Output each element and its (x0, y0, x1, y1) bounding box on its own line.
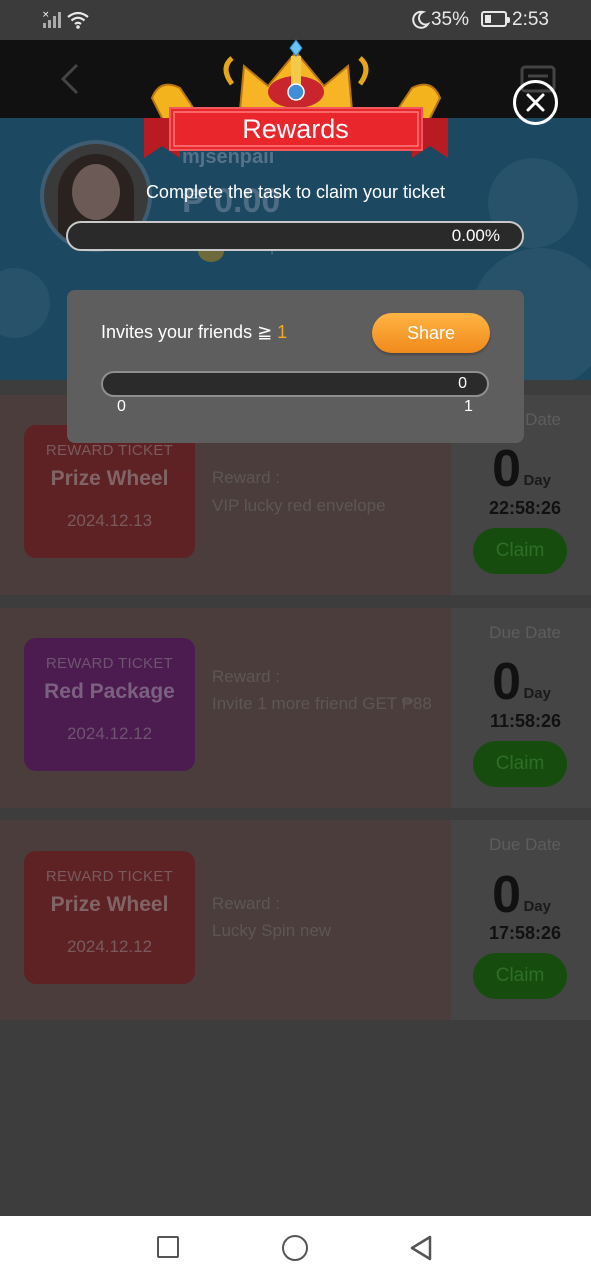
clock-time: 2:53 (512, 9, 549, 30)
claim-button[interactable]: Claim (473, 953, 567, 999)
days-left: 0 (492, 440, 521, 498)
home-circle-icon[interactable] (282, 1235, 308, 1261)
due-date-label: Due Date (489, 623, 561, 642)
task-progress-percent: 0.00% (451, 226, 500, 245)
reward-ticket[interactable]: REWARD TICKET Prize Wheel 2024.12.12 (24, 851, 195, 984)
invite-progress-bar: 0 (101, 371, 489, 397)
reward-text: Invite 1 more friend GET ₱88 (212, 694, 432, 713)
reward-ticket[interactable]: REWARD TICKET Prize Wheel 2024.12.13 (24, 425, 195, 558)
close-button[interactable] (513, 80, 558, 125)
reward-label: Reward : (212, 667, 281, 686)
signal-icon: × (42, 10, 61, 28)
claim-button[interactable]: Claim (473, 741, 567, 787)
battery-level (485, 15, 491, 23)
countdown: 17:58:26 (488, 923, 561, 943)
day-unit: Day (523, 898, 551, 915)
day-unit: Day (523, 685, 551, 702)
battery-icon (481, 11, 510, 27)
recents-square-icon[interactable] (157, 1236, 179, 1258)
modal-title: Rewards (242, 114, 349, 144)
countdown: 11:58:26 (489, 711, 561, 731)
svg-text:×: × (42, 10, 50, 20)
task-label-text: Invites your friends ≧ (101, 322, 278, 342)
days-left: 0 (492, 653, 521, 711)
reward-label: Reward : (212, 468, 281, 487)
ticket-date: 2024.12.13 (66, 511, 153, 530)
moon-icon (412, 10, 430, 29)
days-left: 0 (492, 866, 521, 924)
close-icon (526, 93, 545, 112)
ticket-date: 2024.12.12 (66, 937, 153, 956)
decor-bubble (0, 268, 50, 338)
task-target: 1 (277, 322, 288, 342)
ticket-name: Prize Wheel (50, 893, 169, 916)
back-triangle-icon[interactable] (408, 1234, 434, 1262)
task-progress-bar: 0.00% (66, 221, 524, 251)
ticket-name: Red Package (44, 680, 175, 703)
ticket-tag: REWARD TICKET (45, 655, 174, 672)
reward-text: Lucky Spin new (212, 921, 332, 940)
task-label: Invites your friends ≧ 1 (101, 322, 287, 343)
ticket-date: 2024.12.12 (66, 724, 153, 743)
chevron-left-icon[interactable] (58, 62, 82, 96)
ticket-tag: REWARD TICKET (45, 868, 174, 885)
reward-text: VIP lucky red envelope (212, 496, 386, 515)
share-button[interactable]: Share (372, 313, 490, 353)
status-bar: × 35% 2:53 (0, 0, 591, 40)
reward-label: Reward : (212, 894, 281, 913)
invite-progress-value: 0 (458, 375, 467, 392)
ticket-tag: REWARD TICKET (45, 442, 174, 459)
modal-subtitle: Complete the task to claim your ticket (145, 182, 446, 202)
wifi-icon (67, 11, 89, 29)
countdown: 22:58:26 (488, 498, 561, 518)
reward-ticket[interactable]: REWARD TICKET Red Package 2024.12.12 (24, 638, 195, 771)
progress-min-label: 0 (117, 398, 126, 415)
task-card: Invites your friends ≧ 1 Share 0 0 1 (67, 290, 524, 443)
day-unit: Day (523, 472, 551, 489)
progress-max-label: 1 (464, 398, 473, 415)
due-date-label: Due Date (489, 835, 561, 854)
ticket-name: Prize Wheel (50, 467, 169, 490)
claim-button[interactable]: Claim (473, 528, 567, 574)
battery-percent: 35% (430, 9, 469, 30)
